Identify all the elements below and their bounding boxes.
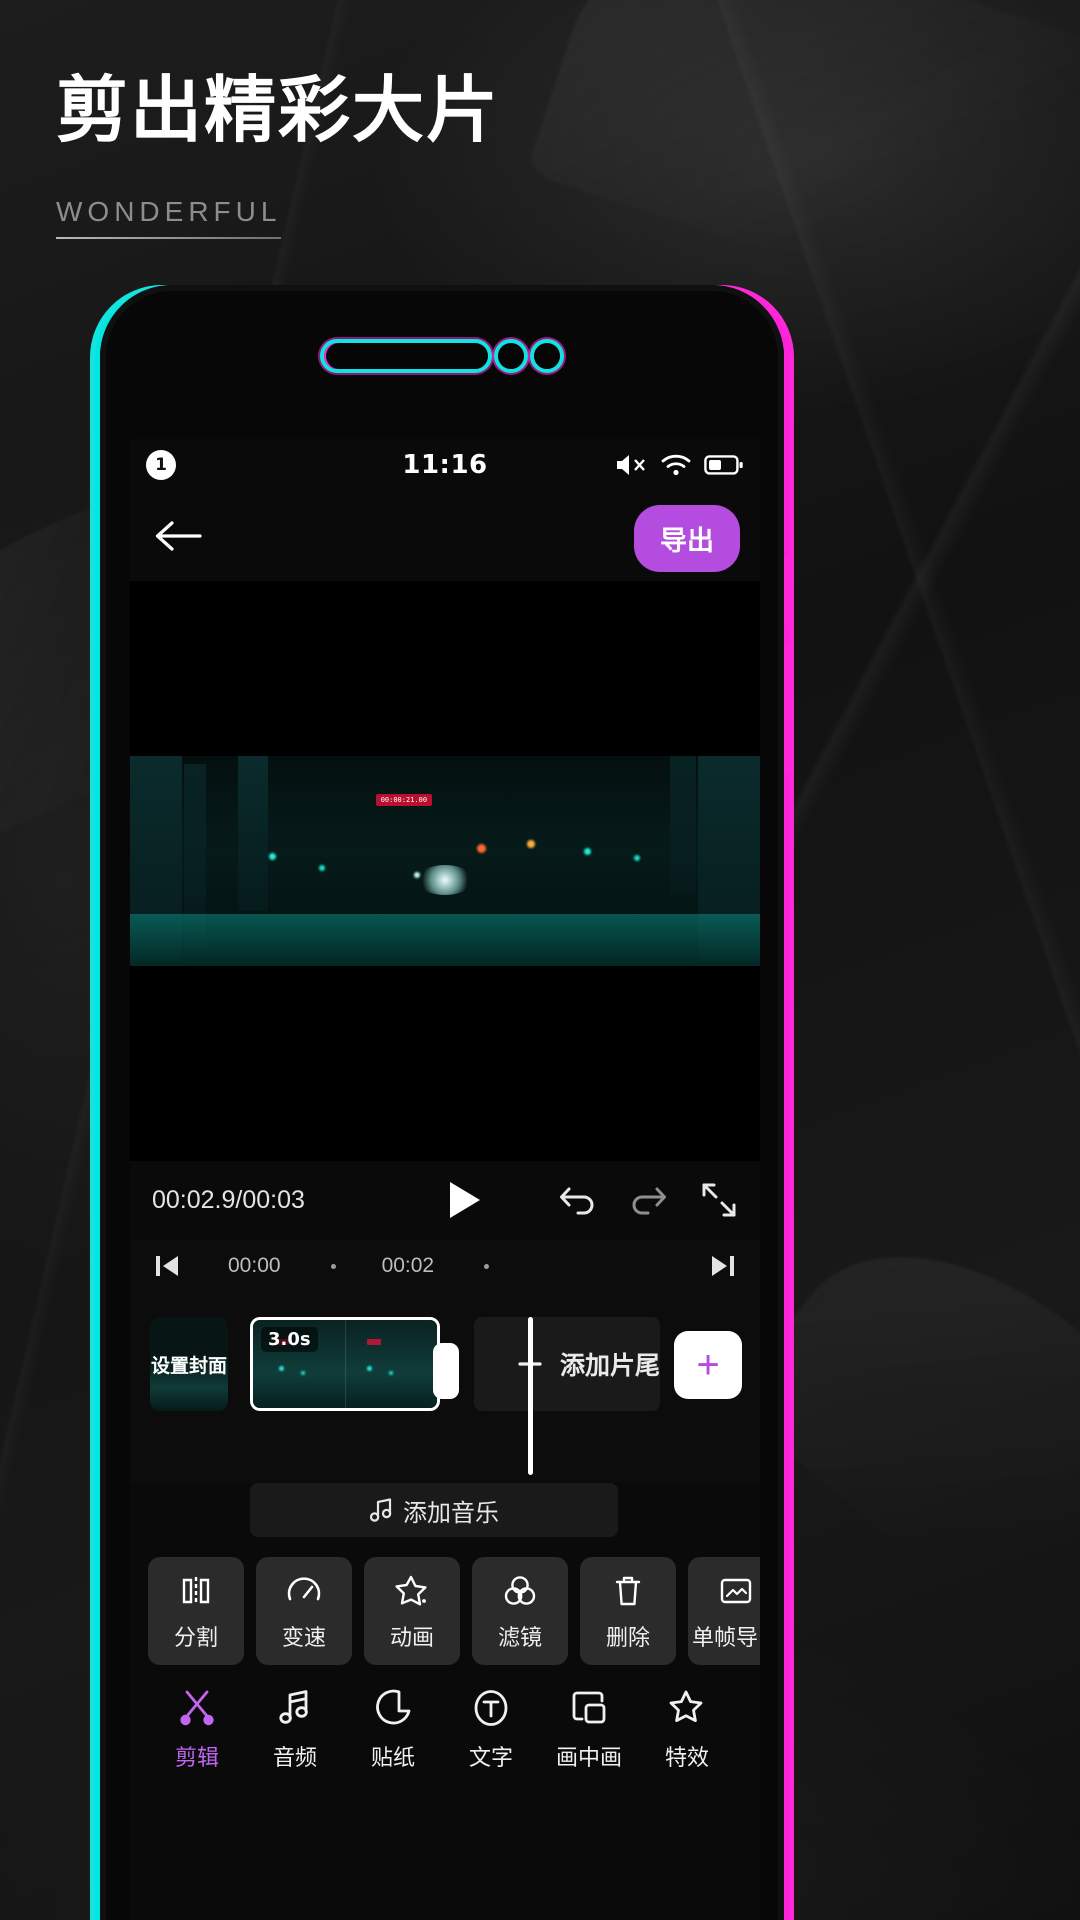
status-bar-left: 1	[146, 450, 296, 480]
clip-row: 3.0s 添加片尾	[250, 1317, 660, 1475]
phone-screen: 1 11:16 导出 00:00:21.00 00:02.9/00:03 00:…	[130, 439, 760, 1920]
video-ground-glow	[130, 914, 760, 966]
nav-item-sticker[interactable]: 贴纸	[344, 1687, 442, 1772]
text-t-icon	[470, 1687, 512, 1729]
bottom-navigation[interactable]: 剪辑 音频 贴纸 文字 画中画 特效	[130, 1665, 760, 1772]
status-bar-right	[594, 452, 744, 478]
redo-icon[interactable]	[628, 1183, 670, 1217]
ruler-tick-0: 00:00	[228, 1254, 281, 1277]
play-button[interactable]	[372, 1178, 556, 1222]
tool-split-label: 分割	[173, 1624, 218, 1650]
video-neon-sign: 00:00:21.00	[375, 793, 433, 806]
nav-item-edit-label: 剪辑	[174, 1745, 219, 1770]
add-music-label: 添加音乐	[403, 1499, 499, 1527]
phone-side-button-1[interactable]	[784, 555, 792, 625]
video-headlights	[417, 865, 473, 896]
frame-export-icon	[716, 1571, 756, 1611]
promo-subline: WONDERFUL	[56, 195, 282, 227]
status-bar-clock: 11:16	[402, 450, 488, 480]
nav-item-filter[interactable]: 滤镜	[736, 1687, 760, 1772]
clip-duration-badge: 3.0s	[261, 1327, 318, 1352]
tool-animation-label: 动画	[389, 1624, 434, 1650]
nav-item-pip-label: 画中画	[555, 1745, 622, 1770]
skip-to-end-icon[interactable]	[708, 1252, 738, 1280]
wifi-icon	[660, 453, 692, 477]
nav-item-effects[interactable]: 特效	[638, 1687, 736, 1772]
phone-notch	[320, 339, 564, 373]
clip-trim-handle[interactable]	[433, 1343, 459, 1399]
ruler-dot-1	[330, 1263, 336, 1269]
trash-icon	[608, 1571, 648, 1611]
timeline-playhead[interactable]	[528, 1317, 533, 1475]
tool-delete[interactable]: 删除	[580, 1557, 676, 1665]
tool-split[interactable]: 分割	[148, 1557, 244, 1665]
timeline-ruler[interactable]: 00:00 00:02	[130, 1239, 760, 1293]
sticker-icon	[372, 1687, 414, 1729]
ruler-tick-1: 00:02	[381, 1254, 435, 1277]
notch-speaker-pill	[320, 339, 492, 373]
add-tail-button[interactable]: 添加片尾	[474, 1317, 660, 1411]
ruler-ticks: 00:00 00:02	[182, 1254, 708, 1278]
scissors-icon	[176, 1687, 218, 1729]
tool-strip[interactable]: 分割 变速 动画 滤镜 删除 单帧导	[130, 1537, 760, 1665]
notch-camera-2	[530, 339, 564, 373]
tool-delete-label: 删除	[605, 1624, 650, 1650]
mute-icon	[614, 452, 648, 478]
nav-item-text-label: 文字	[468, 1745, 513, 1770]
promo-subline-underline	[56, 236, 282, 239]
battery-icon	[704, 453, 744, 477]
set-cover-button[interactable]: 设置封面	[150, 1317, 228, 1411]
playback-time: 00:02.9/00:03	[152, 1185, 305, 1214]
add-music-button[interactable]: 添加音乐	[250, 1483, 618, 1537]
promo-header: 剪出精彩大片 WONDERFUL	[56, 68, 501, 239]
promo-headline: 剪出精彩大片	[56, 68, 501, 152]
add-track-button[interactable]: +	[674, 1331, 742, 1399]
nav-item-text[interactable]: 文字	[442, 1687, 540, 1772]
nav-item-audio-label: 音频	[272, 1745, 317, 1770]
star-animation-icon	[392, 1571, 432, 1611]
tool-speed[interactable]: 变速	[256, 1557, 352, 1665]
notch-camera-1	[494, 339, 528, 373]
export-button[interactable]: 导出	[634, 505, 740, 572]
timeline-track-area[interactable]: 设置封面 3.0s 添加片尾 +	[130, 1293, 760, 1483]
phone-side-button-2[interactable]	[784, 645, 792, 775]
player-right-controls	[556, 1181, 738, 1219]
phone-body: 1 11:16 导出 00:00:21.00 00:02.9/00:03 00:…	[100, 285, 784, 1920]
sparkle-icon	[666, 1687, 708, 1729]
back-button[interactable]	[152, 513, 204, 559]
video-clip[interactable]: 3.0s	[250, 1317, 440, 1411]
phone-mockup: 1 11:16 导出 00:00:21.00 00:02.9/00:03 00:…	[90, 285, 794, 1920]
video-preview[interactable]: 00:00:21.00	[130, 581, 760, 1161]
nav-item-edit[interactable]: 剪辑	[148, 1687, 246, 1772]
filter-circles-icon	[500, 1571, 540, 1611]
undo-icon[interactable]	[556, 1183, 598, 1217]
split-icon	[176, 1571, 216, 1611]
ruler-dot-2	[484, 1263, 490, 1269]
add-tail-label: 添加片尾	[560, 1352, 661, 1380]
tool-filter-label: 滤镜	[497, 1624, 542, 1650]
promo-subline-wrap: WONDERFUL	[56, 195, 282, 239]
nav-item-effects-label: 特效	[664, 1745, 709, 1770]
tool-filter[interactable]: 滤镜	[472, 1557, 568, 1665]
speed-gauge-icon	[284, 1571, 324, 1611]
music-note-icon	[369, 1497, 393, 1523]
nav-item-sticker-label: 贴纸	[370, 1745, 415, 1770]
nav-item-pip[interactable]: 画中画	[540, 1687, 638, 1772]
music-note-icon	[274, 1687, 316, 1729]
notification-badge-icon: 1	[146, 450, 176, 480]
player-control-bar: 00:02.9/00:03	[130, 1161, 760, 1239]
tool-frame-export[interactable]: 单帧导出	[688, 1557, 760, 1665]
video-frame: 00:00:21.00	[130, 756, 760, 966]
picture-in-picture-icon	[568, 1687, 610, 1729]
fullscreen-icon[interactable]	[700, 1181, 738, 1219]
skip-to-start-icon[interactable]	[152, 1252, 182, 1280]
set-cover-label: 设置封面	[150, 1355, 227, 1377]
nav-item-audio[interactable]: 音频	[246, 1687, 344, 1772]
tool-animation[interactable]: 动画	[364, 1557, 460, 1665]
tool-frame-export-label: 单帧导出	[691, 1624, 760, 1650]
status-bar: 1 11:16	[130, 439, 760, 491]
leaf-shape-1	[526, 0, 1080, 334]
editor-top-bar: 导出	[130, 491, 760, 581]
tool-speed-label: 变速	[281, 1624, 326, 1650]
